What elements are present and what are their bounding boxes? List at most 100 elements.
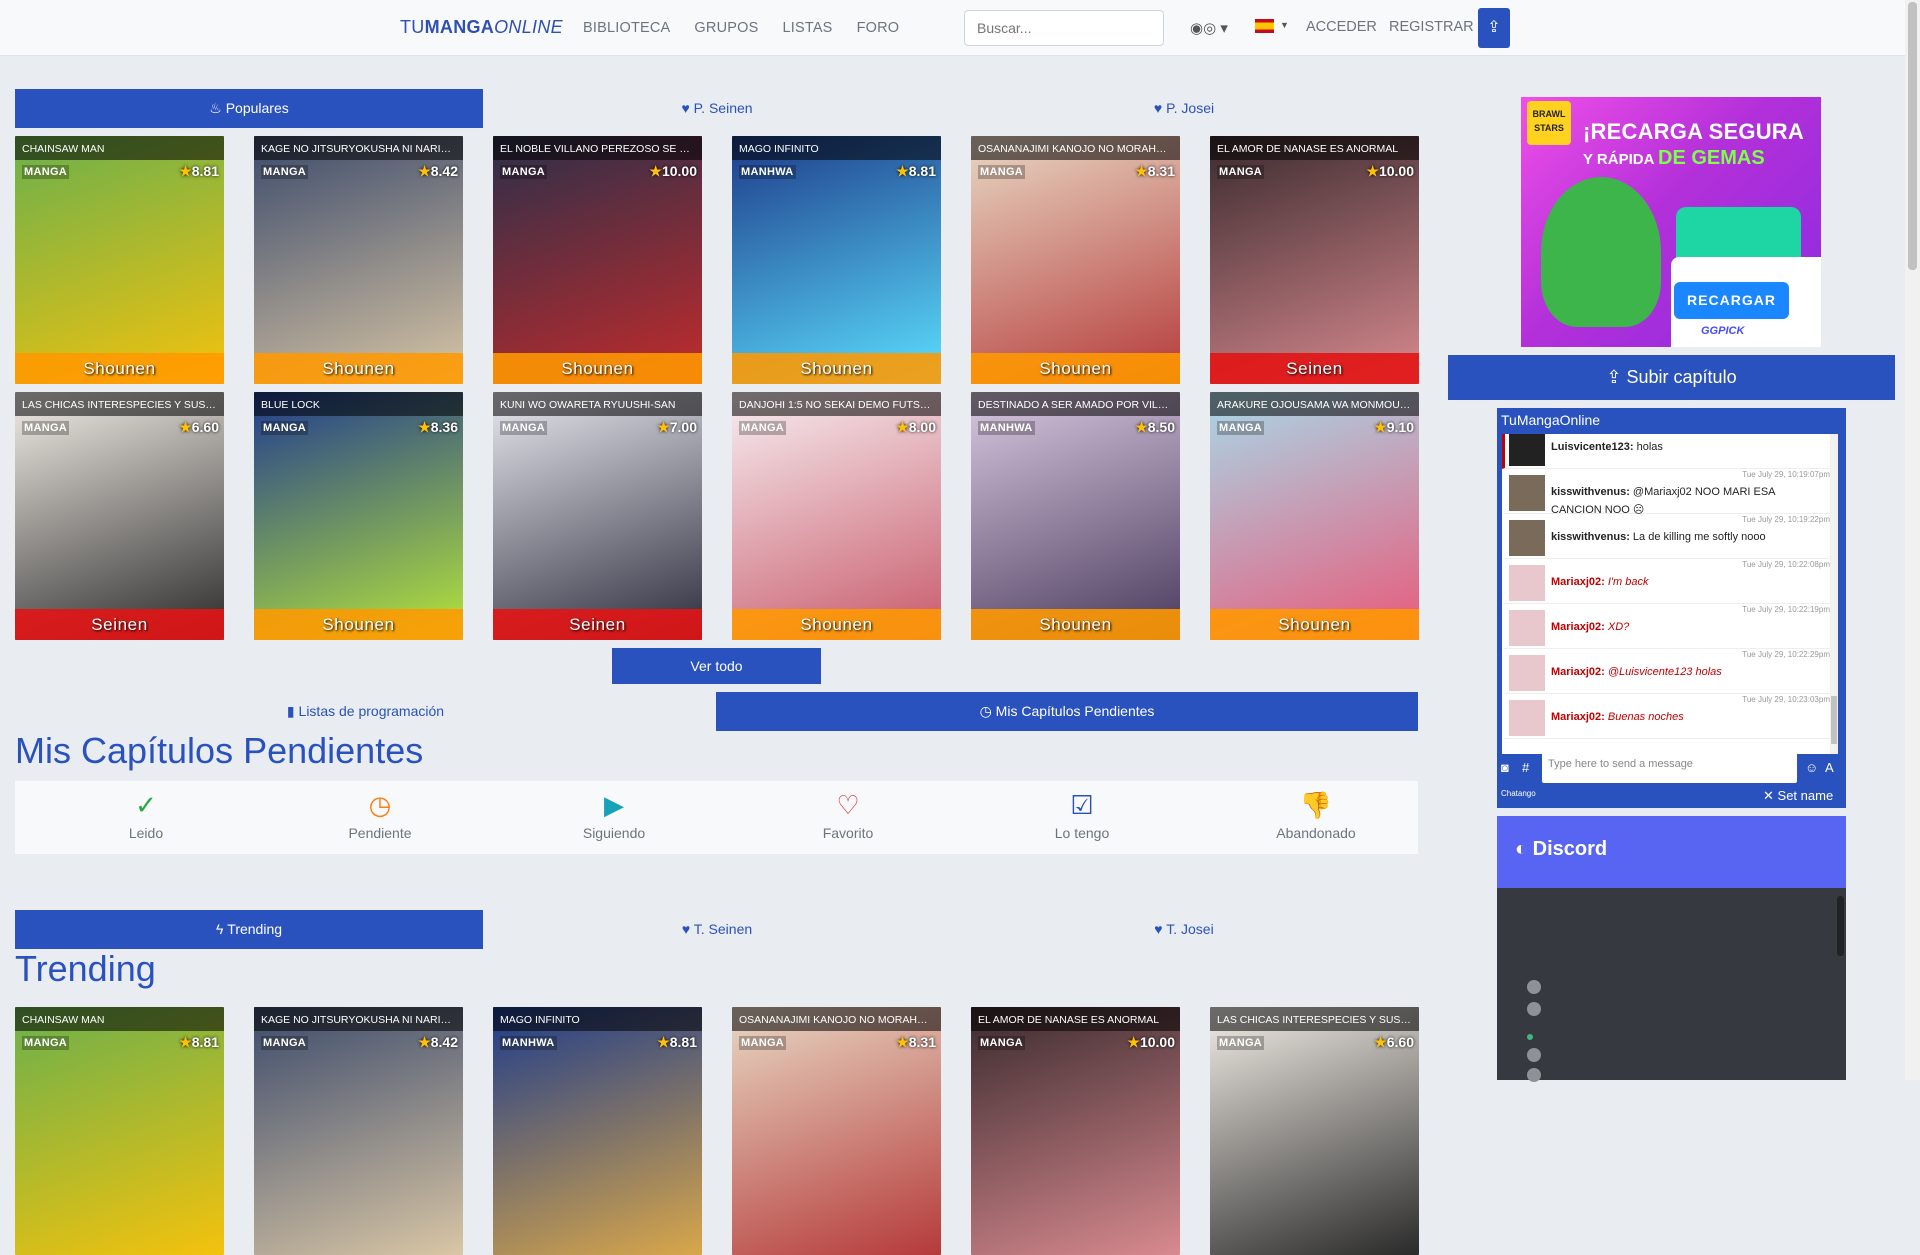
- camera-icon[interactable]: ◙: [1501, 760, 1509, 775]
- chat-scrollbar[interactable]: [1830, 434, 1838, 754]
- demography-label: Shounen: [254, 609, 463, 640]
- chat-scrollbar-thumb[interactable]: [1831, 696, 1837, 744]
- login-link[interactable]: ACCEDER: [1306, 19, 1377, 35]
- status-label: Pendiente: [348, 825, 412, 841]
- hash-icon[interactable]: #: [1522, 760, 1529, 775]
- manga-card[interactable]: OSANANAJIMI KANOJO NO MORAHARA MANGA ★8.31…: [971, 136, 1180, 384]
- manga-card[interactable]: EL AMOR DE NANASE ES ANORMAL MANGA ★10.00 S…: [1210, 136, 1419, 384]
- avatar[interactable]: [1509, 700, 1545, 736]
- manga-card[interactable]: DANJOHI 1:5 NO SEKAI DEMO FUTSUU MANGA ★8.…: [732, 392, 941, 640]
- view-mode-icon[interactable]: ◉◎ ▾: [1190, 19, 1228, 37]
- star-icon: ★: [1374, 1034, 1387, 1050]
- chevron-down-icon[interactable]: ▼: [1280, 20, 1289, 30]
- manga-card[interactable]: OSANANAJIMI KANOJO NO MORAHARA MANGA ★8.31: [732, 1007, 941, 1255]
- tab-mis-capitulos-pendientes[interactable]: ◷ Mis Capítulos Pendientes: [716, 692, 1418, 731]
- discord-header[interactable]: ◐ Discord: [1497, 816, 1846, 888]
- card-title: ARAKURE OJOUSAMA WA MONMOU SURU: [1210, 392, 1419, 416]
- manga-card[interactable]: KUNI WO OWARETA RYUUSHI-SAN MANGA ★7.00 Sei…: [493, 392, 702, 640]
- ver-todo-button[interactable]: Ver todo: [612, 648, 821, 684]
- member-avatar: [1527, 1002, 1541, 1016]
- ad-recargar-button[interactable]: RECARGAR: [1674, 282, 1789, 319]
- manga-card[interactable]: CHAINSAW MAN MANGA ★8.81 Shounen: [15, 136, 224, 384]
- status-siguiendo[interactable]: ▶ Siguiendo: [534, 789, 694, 841]
- tab-p-josei[interactable]: ♥ P. Josei: [950, 89, 1418, 128]
- site-logo[interactable]: TUMANGAONLINE: [400, 17, 563, 38]
- manga-card[interactable]: EL NOBLE VILLANO PEREZOSO SE CONVIERTE MA…: [493, 136, 702, 384]
- demography-label: Shounen: [493, 353, 702, 384]
- nav-grupos[interactable]: GRUPOS: [694, 20, 758, 36]
- message-user[interactable]: Mariaxj02:: [1551, 576, 1605, 588]
- status-leido[interactable]: ✓ Leido: [66, 789, 226, 841]
- tab-listas-programacion[interactable]: ▮ Listas de programación: [15, 692, 716, 731]
- manga-card[interactable]: DESTINADO A SER AMADO POR VILLANOS MANHWA…: [971, 392, 1180, 640]
- manga-card[interactable]: BLUE LOCK MANGA ★8.36 Shounen: [254, 392, 463, 640]
- set-name-link[interactable]: ✕ Set name: [1763, 788, 1833, 804]
- tab-p-seinen[interactable]: ♥ P. Seinen: [483, 89, 951, 128]
- message-user[interactable]: kisswithvenus:: [1551, 531, 1630, 543]
- discord-scrollbar[interactable]: [1837, 896, 1844, 956]
- status-icon: ♡: [836, 790, 860, 820]
- chat-title: TuMangaOnline: [1501, 412, 1601, 428]
- status-pendiente[interactable]: ◷ Pendiente: [300, 789, 460, 841]
- page-scrollbar[interactable]: [1905, 0, 1920, 1080]
- manga-card[interactable]: KAGE NO JITSURYOKUSHA NI NARITAKUTE MANGA…: [254, 1007, 463, 1255]
- status-abandonado[interactable]: 👎 Abandonado: [1236, 789, 1396, 841]
- score-badge: ★10.00: [649, 163, 697, 179]
- scrollbar-thumb[interactable]: [1908, 2, 1917, 270]
- subir-capitulo-button[interactable]: ⇪ Subir capítulo: [1448, 355, 1895, 400]
- member-avatar: [1527, 980, 1541, 994]
- message-user[interactable]: kisswithvenus:: [1551, 486, 1630, 498]
- type-badge: MANGA: [500, 165, 548, 179]
- manga-card[interactable]: LAS CHICAS INTERESPECIES Y SUS AMIGOS MAN…: [1210, 1007, 1419, 1255]
- font-icon[interactable]: A: [1825, 760, 1834, 775]
- manga-card[interactable]: EL AMOR DE NANASE ES ANORMAL MANGA ★10.00: [971, 1007, 1180, 1255]
- chat-messages[interactable]: Tue July 29, 10:23:03pm Mariaxj02: Buenas…: [1502, 434, 1838, 754]
- chat-message: Tue July 29, 10:22:29pm Mariaxj02: @Luisv…: [1502, 649, 1830, 694]
- tab-populares[interactable]: ♨ Populares: [15, 89, 483, 128]
- avatar[interactable]: [1509, 610, 1545, 646]
- demography-label: Shounen: [1210, 609, 1419, 640]
- manga-card[interactable]: CHAINSAW MAN MANGA ★8.81: [15, 1007, 224, 1255]
- manga-card[interactable]: MAGO INFINITO MANHWA ★8.81: [493, 1007, 702, 1255]
- heart-icon: ♥: [681, 921, 691, 937]
- status-label: Favorito: [822, 825, 874, 841]
- message-user[interactable]: Mariaxj02:: [1551, 666, 1605, 678]
- register-link[interactable]: REGISTRAR: [1389, 19, 1474, 35]
- status-favorito[interactable]: ♡ Favorito: [768, 789, 928, 841]
- tab-t-seinen[interactable]: ♥ T. Seinen: [483, 910, 951, 949]
- star-icon: ★: [896, 163, 909, 179]
- chatango-credit[interactable]: Chatango: [1501, 789, 1536, 798]
- status-lo-tengo[interactable]: ☑ Lo tengo: [1002, 789, 1162, 841]
- chat-message-input[interactable]: Type here to send a message: [1542, 751, 1797, 783]
- tab-t-josei[interactable]: ♥ T. Josei: [950, 910, 1418, 949]
- message-user[interactable]: Luisvicente123:: [1551, 441, 1634, 453]
- heart-icon: ♥: [1154, 921, 1163, 937]
- upload-icon[interactable]: ⇪: [1478, 8, 1510, 48]
- card-title: KAGE NO JITSURYOKUSHA NI NARITAKUTE: [254, 136, 463, 160]
- avatar[interactable]: [1509, 475, 1545, 511]
- nav-biblioteca[interactable]: BIBLIOTECA: [583, 20, 670, 36]
- search-input[interactable]: [964, 10, 1164, 46]
- score-badge: ★7.00: [657, 419, 697, 435]
- star-icon: ★: [418, 163, 431, 179]
- avatar[interactable]: [1509, 655, 1545, 691]
- advertisement-banner[interactable]: BRAWL STARS ¡RECARGA SEGURA Y RÁPIDA DE …: [1521, 97, 1821, 347]
- nav-foro[interactable]: FORO: [857, 20, 900, 36]
- manga-card[interactable]: KAGE NO JITSURYOKUSHA NI NARITAKUTE MANGA…: [254, 136, 463, 384]
- tab-trending[interactable]: ϟ Trending: [15, 910, 483, 949]
- avatar[interactable]: [1509, 565, 1545, 601]
- avatar[interactable]: [1509, 434, 1545, 466]
- message-user[interactable]: Mariaxj02:: [1551, 711, 1605, 723]
- nav-listas[interactable]: LISTAS: [782, 20, 832, 36]
- manga-card[interactable]: LAS CHICAS INTERESPECIES Y SUS AMIGOS MAN…: [15, 392, 224, 640]
- manga-card[interactable]: ARAKURE OJOUSAMA WA MONMOU SURU MANGA ★9.1…: [1210, 392, 1419, 640]
- message-user[interactable]: Mariaxj02:: [1551, 621, 1605, 633]
- heart-icon: ♥: [1153, 100, 1163, 116]
- brawl-stars-logo: BRAWL STARS: [1527, 101, 1571, 145]
- emoji-icon[interactable]: ☺: [1805, 760, 1818, 775]
- avatar[interactable]: [1509, 520, 1545, 556]
- type-badge: MANHWA: [500, 1036, 557, 1050]
- demography-label: Seinen: [493, 609, 702, 640]
- manga-card[interactable]: MAGO INFINITO MANHWA ★8.81 Shounen: [732, 136, 941, 384]
- spain-flag-icon[interactable]: [1255, 19, 1274, 33]
